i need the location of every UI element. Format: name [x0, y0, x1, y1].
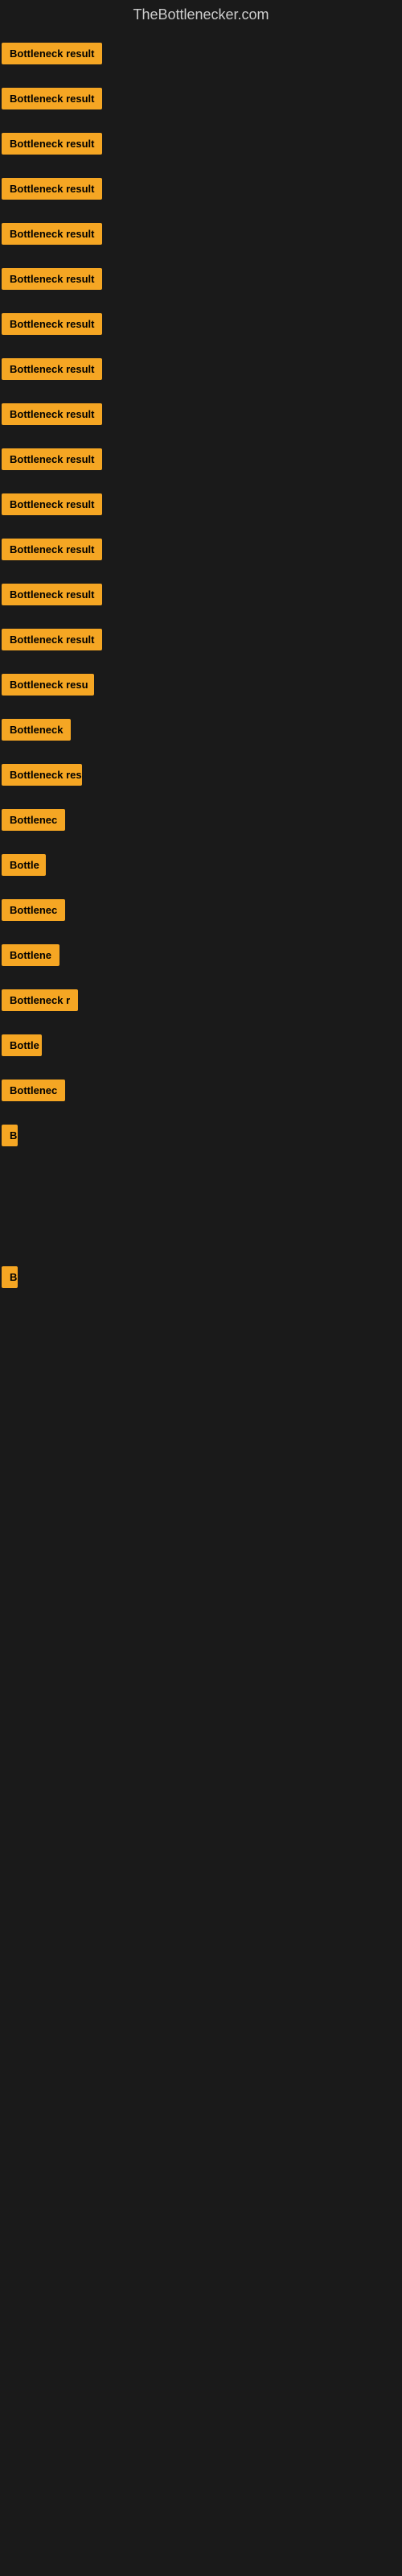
bottleneck-row-20: Bottlenec: [0, 890, 402, 935]
bottleneck-row-6: Bottleneck result: [0, 258, 402, 303]
bottleneck-badge-9[interactable]: Bottleneck result: [2, 403, 102, 425]
bottleneck-row-17: Bottleneck res: [0, 754, 402, 799]
bottleneck-badge-1[interactable]: Bottleneck result: [2, 43, 102, 64]
bottleneck-badge-23[interactable]: Bottle: [2, 1034, 42, 1056]
bottleneck-row-5: Bottleneck result: [0, 213, 402, 258]
bottleneck-badge-22[interactable]: Bottleneck r: [2, 989, 78, 1011]
bottleneck-row-23: Bottle: [0, 1025, 402, 1070]
bottleneck-badge-19[interactable]: Bottle: [2, 854, 46, 876]
bottleneck-row-21: Bottlene: [0, 935, 402, 980]
bottleneck-row-9: Bottleneck result: [0, 394, 402, 439]
bottleneck-row-7: Bottleneck result: [0, 303, 402, 349]
bottleneck-badge-13[interactable]: Bottleneck result: [2, 584, 102, 605]
bottleneck-badge-24[interactable]: Bottlenec: [2, 1080, 65, 1101]
bottleneck-badge-18[interactable]: Bottlenec: [2, 809, 65, 831]
bottleneck-row-16: Bottleneck: [0, 709, 402, 754]
bottleneck-badge-14[interactable]: Bottleneck result: [2, 629, 102, 650]
gap-spacer-2: [0, 1302, 402, 1398]
bottleneck-badge-21[interactable]: Bottlene: [2, 944, 59, 966]
bottleneck-badge-6[interactable]: Bottleneck result: [2, 268, 102, 290]
bottleneck-badge-b[interactable]: B: [2, 1266, 18, 1288]
bottleneck-row-25: B: [0, 1115, 402, 1160]
bottleneck-row-14: Bottleneck result: [0, 619, 402, 664]
site-title: TheBottlenecker.com: [0, 0, 402, 33]
bottleneck-row-4: Bottleneck result: [0, 168, 402, 213]
bottleneck-row-18: Bottlenec: [0, 799, 402, 844]
bottleneck-row-22: Bottleneck r: [0, 980, 402, 1025]
bottleneck-row-15: Bottleneck resu: [0, 664, 402, 709]
bottleneck-badge-12[interactable]: Bottleneck result: [2, 539, 102, 560]
bottleneck-row-11: Bottleneck result: [0, 484, 402, 529]
bottleneck-row-13: Bottleneck result: [0, 574, 402, 619]
bottleneck-badge-15[interactable]: Bottleneck resu: [2, 674, 94, 696]
gap-spacer-1: [0, 1160, 402, 1257]
bottleneck-badge-4[interactable]: Bottleneck result: [2, 178, 102, 200]
bottleneck-badge-8[interactable]: Bottleneck result: [2, 358, 102, 380]
bottleneck-badge-7[interactable]: Bottleneck result: [2, 313, 102, 335]
bottleneck-row-b: B: [0, 1257, 402, 1302]
bottleneck-badge-20[interactable]: Bottlenec: [2, 899, 65, 921]
bottleneck-row-2: Bottleneck result: [0, 78, 402, 123]
bottleneck-badge-11[interactable]: Bottleneck result: [2, 493, 102, 515]
bottleneck-badge-17[interactable]: Bottleneck res: [2, 764, 82, 786]
bottleneck-badge-25[interactable]: B: [2, 1125, 18, 1146]
bottleneck-row-12: Bottleneck result: [0, 529, 402, 574]
bottleneck-badge-3[interactable]: Bottleneck result: [2, 133, 102, 155]
bottleneck-row-24: Bottlenec: [0, 1070, 402, 1115]
bottleneck-row-10: Bottleneck result: [0, 439, 402, 484]
bottleneck-row-8: Bottleneck result: [0, 349, 402, 394]
bottleneck-badge-5[interactable]: Bottleneck result: [2, 223, 102, 245]
bottleneck-badge-10[interactable]: Bottleneck result: [2, 448, 102, 470]
bottleneck-row-19: Bottle: [0, 844, 402, 890]
bottleneck-row-1: Bottleneck result: [0, 33, 402, 78]
bottleneck-badge-16[interactable]: Bottleneck: [2, 719, 71, 741]
bottleneck-row-3: Bottleneck result: [0, 123, 402, 168]
bottleneck-badge-2[interactable]: Bottleneck result: [2, 88, 102, 109]
